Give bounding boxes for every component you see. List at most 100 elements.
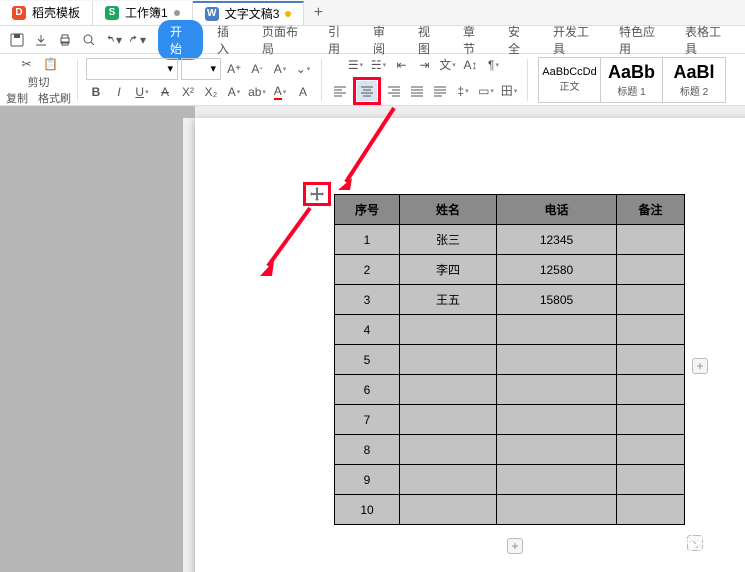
align-right-icon[interactable]: [384, 81, 404, 101]
style-heading1[interactable]: AaBb 标题 1: [601, 58, 663, 102]
cell-idx[interactable]: 10: [335, 495, 400, 525]
font-family-select[interactable]: ▾: [86, 58, 178, 80]
highlight-icon[interactable]: ab: [247, 82, 267, 102]
menu-insert[interactable]: 插入: [207, 20, 248, 60]
subscript-icon[interactable]: X₂: [201, 82, 221, 102]
strike-icon[interactable]: A: [155, 82, 175, 102]
cell-name[interactable]: [400, 495, 497, 525]
cell-note[interactable]: [617, 435, 685, 465]
table-header-row[interactable]: 序号 姓名 电话 备注: [335, 195, 685, 225]
table-move-handle[interactable]: [303, 182, 331, 206]
table-row[interactable]: 3王五15805: [335, 285, 685, 315]
menu-pagelayout[interactable]: 页面布局: [252, 20, 314, 60]
cell-name[interactable]: [400, 435, 497, 465]
ruler-horizontal[interactable]: [195, 106, 745, 118]
decrease-indent-icon[interactable]: ⇤: [392, 55, 412, 75]
cell-note[interactable]: [617, 225, 685, 255]
style-heading2[interactable]: AaBl 标题 2: [663, 58, 725, 102]
cell-idx[interactable]: 4: [335, 315, 400, 345]
numbering-icon[interactable]: ☵: [369, 55, 389, 75]
cell-name[interactable]: [400, 405, 497, 435]
cell-name[interactable]: 李四: [400, 255, 497, 285]
table-row[interactable]: 8: [335, 435, 685, 465]
para-marks-icon[interactable]: ¶: [484, 55, 504, 75]
shading-icon[interactable]: ▭: [476, 81, 496, 101]
cut-icon[interactable]: ✂: [17, 54, 37, 74]
font-color-icon[interactable]: A: [270, 82, 290, 102]
cell-idx[interactable]: 3: [335, 285, 400, 315]
cell-name[interactable]: [400, 375, 497, 405]
align-left-icon[interactable]: [330, 81, 350, 101]
add-row-button[interactable]: +: [507, 538, 523, 554]
cell-phone[interactable]: [497, 405, 617, 435]
char-shading-icon[interactable]: A: [293, 82, 313, 102]
align-justify-icon[interactable]: [407, 81, 427, 101]
add-column-button[interactable]: +: [692, 358, 708, 374]
cell-phone[interactable]: [497, 375, 617, 405]
cell-name[interactable]: 张三: [400, 225, 497, 255]
menu-security[interactable]: 安全: [498, 20, 539, 60]
menu-start[interactable]: 开始: [158, 20, 203, 60]
underline-icon[interactable]: U: [132, 82, 152, 102]
cell-note[interactable]: [617, 345, 685, 375]
italic-icon[interactable]: I: [109, 82, 129, 102]
increase-indent-icon[interactable]: ⇥: [415, 55, 435, 75]
style-normal[interactable]: AaBbCcDd 正文: [539, 58, 601, 102]
grow-font-icon[interactable]: A+: [224, 59, 244, 79]
table-row[interactable]: 7: [335, 405, 685, 435]
table-row[interactable]: 4: [335, 315, 685, 345]
cell-idx[interactable]: 7: [335, 405, 400, 435]
cell-phone[interactable]: [497, 345, 617, 375]
align-center-icon[interactable]: [357, 81, 377, 101]
cell-idx[interactable]: 9: [335, 465, 400, 495]
cell-phone[interactable]: [497, 315, 617, 345]
menu-reference[interactable]: 引用: [318, 20, 359, 60]
cell-idx[interactable]: 8: [335, 435, 400, 465]
menu-special[interactable]: 特色应用: [609, 20, 671, 60]
cell-idx[interactable]: 1: [335, 225, 400, 255]
cell-note[interactable]: [617, 255, 685, 285]
col-note[interactable]: 备注: [617, 195, 685, 225]
sort-icon[interactable]: A↕: [461, 55, 481, 75]
col-index[interactable]: 序号: [335, 195, 400, 225]
table-row[interactable]: 5: [335, 345, 685, 375]
document-page[interactable]: 序号 姓名 电话 备注 1张三123452李四125803王五158054567…: [195, 118, 745, 572]
cell-phone[interactable]: [497, 435, 617, 465]
cell-name[interactable]: [400, 315, 497, 345]
change-case-icon[interactable]: A: [270, 59, 290, 79]
superscript-icon[interactable]: X²: [178, 82, 198, 102]
menu-tabletools[interactable]: 表格工具: [675, 20, 737, 60]
cell-note[interactable]: [617, 465, 685, 495]
redo-icon[interactable]: ▾: [128, 31, 146, 49]
undo-icon[interactable]: ▾: [104, 31, 122, 49]
cell-note[interactable]: [617, 315, 685, 345]
table-row[interactable]: 9: [335, 465, 685, 495]
export-icon[interactable]: [32, 31, 50, 49]
cell-idx[interactable]: 5: [335, 345, 400, 375]
cell-note[interactable]: [617, 375, 685, 405]
font-size-select[interactable]: ▾: [181, 58, 221, 80]
menu-section[interactable]: 章节: [453, 20, 494, 60]
line-spacing-icon[interactable]: ‡: [453, 81, 473, 101]
menu-review[interactable]: 审阅: [363, 20, 404, 60]
cell-phone[interactable]: [497, 495, 617, 525]
table-row[interactable]: 6: [335, 375, 685, 405]
shrink-font-icon[interactable]: A-: [247, 59, 267, 79]
cell-idx[interactable]: 2: [335, 255, 400, 285]
cell-note[interactable]: [617, 495, 685, 525]
cell-phone[interactable]: 12345: [497, 225, 617, 255]
paste-icon[interactable]: 📋: [41, 54, 61, 74]
cell-phone[interactable]: 12580: [497, 255, 617, 285]
col-name[interactable]: 姓名: [400, 195, 497, 225]
cell-phone[interactable]: 15805: [497, 285, 617, 315]
bullets-icon[interactable]: ☰: [346, 55, 366, 75]
menu-devtools[interactable]: 开发工具: [543, 20, 605, 60]
cell-note[interactable]: [617, 285, 685, 315]
table-row[interactable]: 2李四12580: [335, 255, 685, 285]
borders-icon[interactable]: 田: [499, 81, 519, 101]
document-table[interactable]: 序号 姓名 电话 备注 1张三123452李四125803王五158054567…: [334, 194, 685, 525]
cell-idx[interactable]: 6: [335, 375, 400, 405]
cell-phone[interactable]: [497, 465, 617, 495]
cell-name[interactable]: 王五: [400, 285, 497, 315]
cell-name[interactable]: [400, 465, 497, 495]
